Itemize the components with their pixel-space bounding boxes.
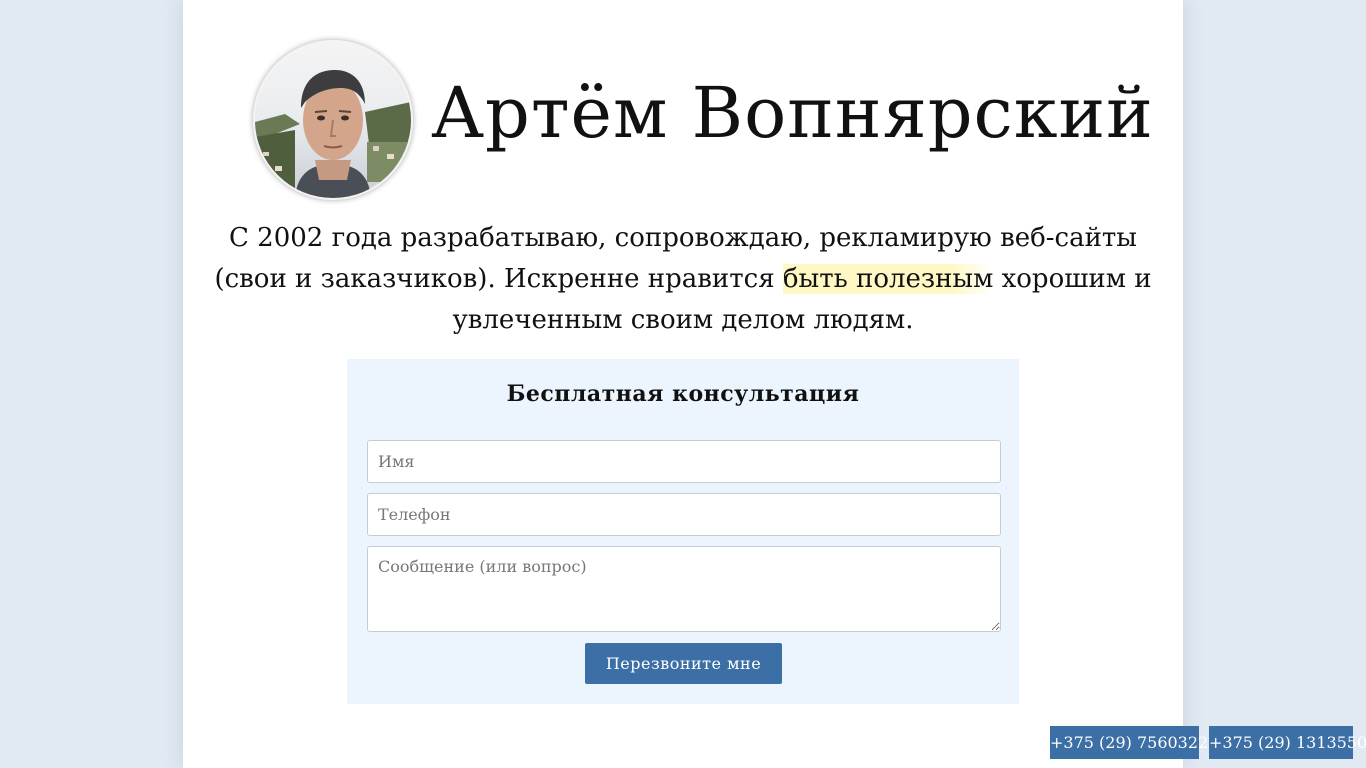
phone-button-2[interactable]: +375 (29) 1313550	[1209, 726, 1366, 759]
form-title: Бесплатная консультация	[506, 381, 860, 407]
page-title: Артём Вопнярский	[431, 72, 1154, 154]
phone-field[interactable]	[367, 493, 1001, 536]
page-container: Артём Вопнярский С 2002 года разрабатыва…	[183, 0, 1183, 768]
name-field[interactable]	[367, 440, 1001, 483]
header: Артём Вопнярский	[253, 38, 1153, 203]
intro-text: С 2002 года разрабатываю, сопровождаю, р…	[203, 218, 1163, 341]
phone-button-1[interactable]: +375 (29) 7560322	[1050, 726, 1208, 759]
consultation-form: Бесплатная консультация Перезвоните мне	[347, 359, 1019, 704]
intro-highlight: быть полезным	[782, 264, 994, 294]
message-field[interactable]	[367, 546, 1001, 632]
avatar	[253, 40, 413, 200]
avatar-photo	[255, 42, 411, 198]
callback-button[interactable]: Перезвоните мне	[585, 643, 782, 684]
